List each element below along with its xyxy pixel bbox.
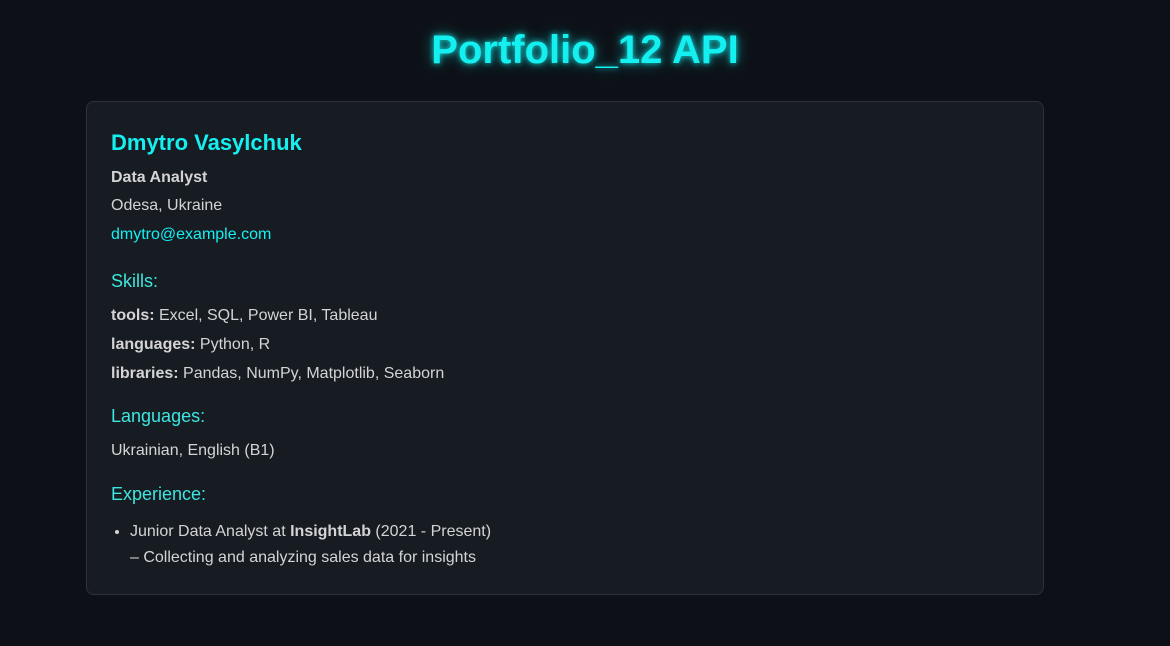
experience-item: Junior Data Analyst at InsightLab (2021 … xyxy=(130,519,491,571)
experience-list: Junior Data Analyst at InsightLab (2021 … xyxy=(111,519,491,571)
experience-company: InsightLab xyxy=(290,523,371,540)
profile-role: Data Analyst xyxy=(111,169,208,186)
skill-value: Python, R xyxy=(195,336,271,353)
languages-value: Ukrainian, English (B1) xyxy=(111,442,275,459)
skill-value: Excel, SQL, Power BI, Tableau xyxy=(154,307,378,324)
email-link[interactable]: dmytro@example.com xyxy=(111,226,271,244)
experience-period: (2021 - Present) xyxy=(370,523,492,540)
skill-value: Pandas, NumPy, Matplotlib, Seaborn xyxy=(178,365,445,382)
skill-row-languages: languages: Python, R xyxy=(111,336,270,354)
languages-heading: Languages: xyxy=(111,406,206,426)
experience-position: Junior Data Analyst at xyxy=(130,523,291,540)
skill-row-libraries: libraries: Pandas, NumPy, Matplotlib, Se… xyxy=(111,365,444,383)
page-title: Portfolio_12 API xyxy=(431,28,739,72)
skill-key: libraries: xyxy=(111,365,179,382)
experience-heading: Experience: xyxy=(111,484,207,504)
skill-key: languages: xyxy=(111,336,196,353)
profile-card: Dmytro Vasylchuk Data Analyst Odesa, Ukr… xyxy=(86,101,1044,595)
skill-key: tools: xyxy=(111,307,155,324)
skills-heading: Skills: xyxy=(111,271,159,291)
profile-location: Odesa, Ukraine xyxy=(111,197,223,214)
skill-row-tools: tools: Excel, SQL, Power BI, Tableau xyxy=(111,307,377,325)
profile-name: Dmytro Vasylchuk xyxy=(111,130,302,155)
experience-description: – Collecting and analyzing sales data fo… xyxy=(130,549,476,566)
